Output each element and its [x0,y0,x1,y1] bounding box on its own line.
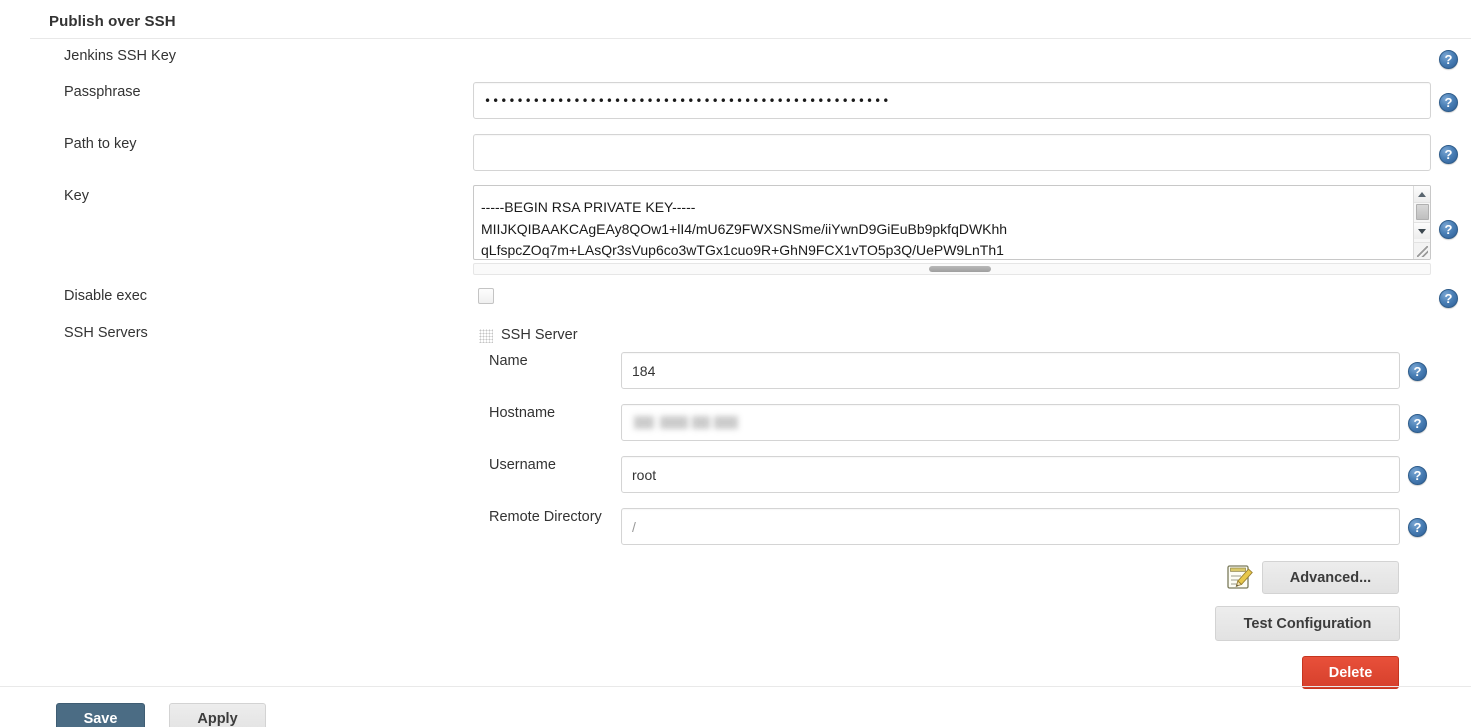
passphrase-masked-value: ••••••••••••••••••••••••••••••••••••••••… [484,94,891,107]
key-textarea-horizontal-scrollbar[interactable] [473,263,1431,275]
help-icon-ssh-server-name[interactable] [1408,362,1427,381]
drag-handle-icon[interactable] [479,329,493,343]
hostname-redacted-overlay [630,411,748,433]
ssh-server-name-label: Name [489,353,528,369]
disable-exec-checkbox[interactable] [478,288,494,304]
disable-exec-label: Disable exec [64,288,148,304]
save-button[interactable]: Save [56,703,145,727]
vertical-scrollbar-thumb[interactable] [1416,204,1429,220]
horizontal-scrollbar-thumb[interactable] [929,266,991,272]
notepad-pencil-icon [1227,565,1253,589]
header-divider [30,38,1471,39]
ssh-server-hostname-label: Hostname [489,405,556,421]
key-label: Key [64,188,89,204]
advanced-button[interactable]: Advanced... [1262,561,1399,594]
passphrase-label: Passphrase [64,84,141,100]
passphrase-input[interactable]: ••••••••••••••••••••••••••••••••••••••••… [473,82,1431,119]
help-icon-ssh-server-remote-directory[interactable] [1408,518,1427,537]
path-to-key-input[interactable] [473,134,1431,171]
ssh-server-username-label: Username [489,457,556,473]
textarea-resize-handle[interactable] [1413,242,1430,259]
ssh-server-remote-directory-input[interactable]: / [621,508,1400,545]
jenkins-ssh-key-label: Jenkins SSH Key [64,48,177,64]
key-textarea[interactable]: -----BEGIN RSA PRIVATE KEY----- MIIJKQIB… [473,185,1431,260]
help-icon-key[interactable] [1439,220,1458,239]
page-title: Publish over SSH [49,13,176,30]
help-icon-path-to-key[interactable] [1439,145,1458,164]
ssh-server-group-title: SSH Server [501,327,578,343]
delete-button[interactable]: Delete [1302,656,1399,689]
key-textarea-value: -----BEGIN RSA PRIVATE KEY----- MIIJKQIB… [481,199,1008,258]
scroll-down-arrow-icon[interactable] [1414,222,1430,239]
help-icon-passphrase[interactable] [1439,93,1458,112]
apply-button[interactable]: Apply [169,703,266,727]
help-icon-ssh-server-username[interactable] [1408,466,1427,485]
help-icon-jenkins-ssh-key[interactable] [1439,50,1458,69]
ssh-server-remote-directory-label: Remote Directory [489,509,602,525]
publish-over-ssh-config-page: Publish over SSH Jenkins SSH Key Passphr… [0,0,1471,727]
scroll-up-arrow-icon[interactable] [1414,186,1430,203]
help-icon-disable-exec[interactable] [1439,289,1458,308]
footer-divider [0,686,1471,687]
test-configuration-button[interactable]: Test Configuration [1215,606,1400,641]
ssh-server-username-input[interactable]: root [621,456,1400,493]
ssh-servers-label: SSH Servers [64,325,148,341]
help-icon-ssh-server-hostname[interactable] [1408,414,1427,433]
path-to-key-label: Path to key [64,136,137,152]
ssh-server-name-input[interactable]: 184 [621,352,1400,389]
